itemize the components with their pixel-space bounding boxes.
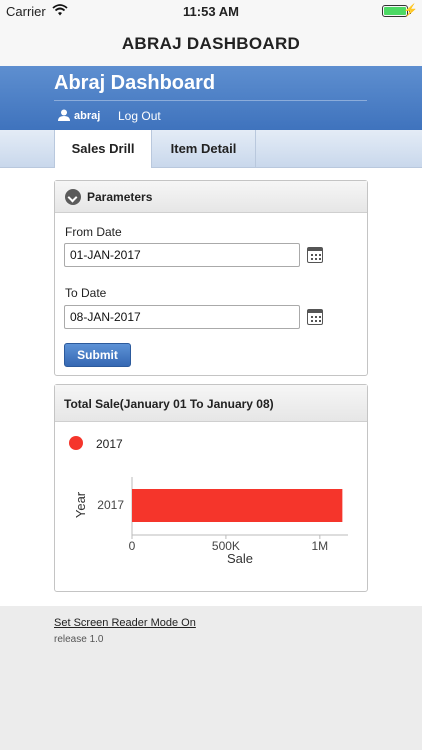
bar-2017 (132, 489, 343, 522)
chart-panel: Total Sale(January 01 To January 08) 201… (54, 384, 368, 592)
x-tick-label: 1M (311, 539, 328, 553)
clock: 11:53 AM (183, 4, 239, 19)
chart-title: Total Sale(January 01 To January 08) (64, 397, 274, 411)
username: abraj (74, 110, 101, 122)
y-tick-label: 2017 (97, 498, 124, 512)
chart-header: Total Sale(January 01 To January 08) (55, 385, 367, 422)
status-bar: Carrier 11:53 AM ⚡ (0, 0, 422, 22)
y-axis-title: Year (73, 491, 88, 518)
tab-sales-drill[interactable]: Sales Drill (54, 130, 152, 169)
submit-button[interactable]: Submit (64, 343, 131, 367)
charging-bolt-icon: ⚡ (403, 3, 418, 17)
tab-bar: Sales Drill Item Detail (0, 130, 422, 169)
legend-marker (69, 436, 83, 450)
header-divider (54, 100, 367, 101)
to-date-label: To Date (65, 286, 107, 300)
logout-link[interactable]: Log Out (118, 109, 161, 123)
x-tick-label: 0 (129, 539, 136, 553)
x-axis-title: Sale (227, 551, 253, 566)
screen-reader-link[interactable]: Set Screen Reader Mode On (54, 617, 196, 629)
sales-bar-chart: 20170 500K 1MSaleYear (73, 477, 348, 566)
tab-item-detail[interactable]: Item Detail (152, 130, 256, 168)
app-title: Abraj Dashboard (54, 72, 216, 94)
collapse-chevron-icon[interactable] (65, 189, 81, 205)
parameters-panel: Parameters From Date To Date Submit (54, 180, 368, 376)
from-date-calendar-icon[interactable] (307, 247, 323, 263)
main-content: Parameters From Date To Date Submit Tota… (0, 168, 422, 606)
app-header: Abraj Dashboard abraj Log Out (0, 66, 422, 130)
legend-label: 2017 (96, 437, 123, 451)
from-date-input[interactable] (64, 243, 300, 267)
parameters-header[interactable]: Parameters (55, 181, 367, 213)
to-date-input[interactable] (64, 305, 300, 329)
from-date-label: From Date (65, 225, 122, 239)
to-date-calendar-icon[interactable] (307, 309, 323, 325)
release-label: release 1.0 (54, 634, 104, 645)
nav-title: ABRAJ DASHBOARD (0, 22, 422, 66)
user-icon (58, 109, 70, 121)
parameters-title: Parameters (87, 190, 153, 204)
